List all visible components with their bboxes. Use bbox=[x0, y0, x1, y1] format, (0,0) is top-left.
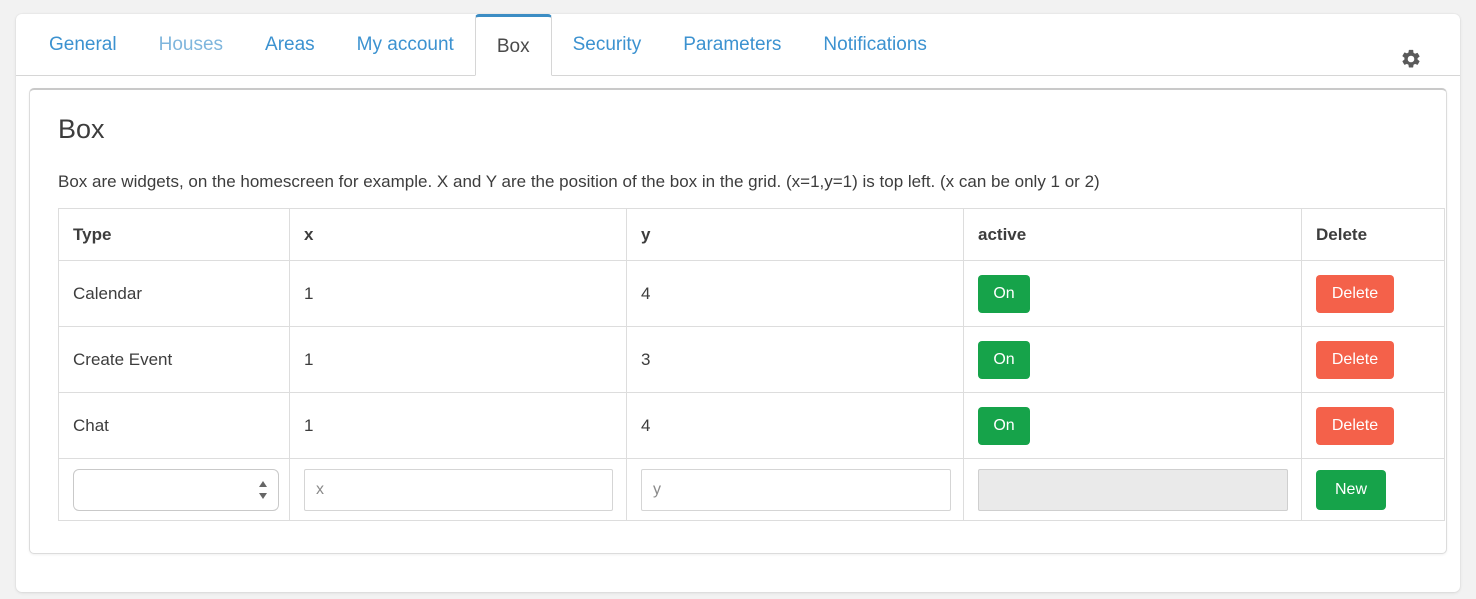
cell-x: 1 bbox=[289, 392, 627, 460]
cell-x: 1 bbox=[289, 260, 627, 328]
cell-active: On bbox=[963, 326, 1302, 394]
box-table: Type x y active Delete Calendar 1 4 On D… bbox=[58, 208, 1445, 522]
new-entry-row: New bbox=[58, 458, 1445, 522]
tab-houses[interactable]: Houses bbox=[138, 14, 244, 75]
column-header-y: y bbox=[626, 208, 964, 262]
settings-tab-bar: General Houses Areas My account Box Secu… bbox=[16, 14, 1460, 76]
delete-button[interactable]: Delete bbox=[1316, 406, 1394, 445]
cell-type: Chat bbox=[58, 392, 290, 460]
delete-button[interactable]: Delete bbox=[1316, 274, 1394, 313]
tab-general[interactable]: General bbox=[28, 14, 138, 75]
toggle-active-button[interactable]: On bbox=[978, 274, 1030, 313]
cell-y: 3 bbox=[626, 326, 964, 394]
delete-button[interactable]: Delete bbox=[1316, 340, 1394, 379]
cell-delete: Delete bbox=[1301, 392, 1445, 460]
box-settings-panel: Box Box are widgets, on the homescreen f… bbox=[29, 88, 1447, 554]
active-input-disabled bbox=[978, 468, 1288, 511]
cell-new-type bbox=[58, 458, 290, 522]
column-header-delete: Delete bbox=[1301, 208, 1445, 262]
table-header-row: Type x y active Delete bbox=[58, 208, 1445, 262]
tab-parameters[interactable]: Parameters bbox=[662, 14, 802, 75]
tab-areas[interactable]: Areas bbox=[244, 14, 336, 75]
page-title: Box bbox=[58, 114, 105, 144]
cell-active: On bbox=[963, 260, 1302, 328]
chevron-updown-icon bbox=[259, 480, 268, 500]
page-description: Box are widgets, on the homescreen for e… bbox=[58, 172, 1100, 191]
cell-new-active bbox=[963, 458, 1302, 522]
table-row: Calendar 1 4 On Delete bbox=[58, 260, 1445, 328]
cell-new-x bbox=[289, 458, 627, 522]
tab-notifications[interactable]: Notifications bbox=[802, 14, 948, 75]
tab-security[interactable]: Security bbox=[552, 14, 663, 75]
tab-my-account[interactable]: My account bbox=[336, 14, 475, 75]
cell-x: 1 bbox=[289, 326, 627, 394]
cell-type: Calendar bbox=[58, 260, 290, 328]
cell-delete: Delete bbox=[1301, 260, 1445, 328]
x-input[interactable] bbox=[304, 468, 613, 511]
y-input[interactable] bbox=[641, 468, 951, 511]
cell-type: Create Event bbox=[58, 326, 290, 394]
gear-icon[interactable] bbox=[1400, 48, 1422, 70]
toggle-active-button[interactable]: On bbox=[978, 406, 1030, 445]
table-row: Create Event 1 3 On Delete bbox=[58, 326, 1445, 394]
type-select[interactable] bbox=[73, 468, 279, 511]
tab-box[interactable]: Box bbox=[474, 14, 552, 76]
cell-y: 4 bbox=[626, 260, 964, 328]
cell-new-y bbox=[626, 458, 964, 522]
cell-y: 4 bbox=[626, 392, 964, 460]
column-header-type: Type bbox=[58, 208, 290, 262]
column-header-x: x bbox=[289, 208, 627, 262]
settings-window: General Houses Areas My account Box Secu… bbox=[16, 14, 1460, 592]
cell-delete: Delete bbox=[1301, 326, 1445, 394]
column-header-active: active bbox=[963, 208, 1302, 262]
cell-active: On bbox=[963, 392, 1302, 460]
toggle-active-button[interactable]: On bbox=[978, 340, 1030, 379]
new-button[interactable]: New bbox=[1316, 469, 1386, 510]
cell-new-submit: New bbox=[1301, 458, 1445, 522]
table-row: Chat 1 4 On Delete bbox=[58, 392, 1445, 460]
